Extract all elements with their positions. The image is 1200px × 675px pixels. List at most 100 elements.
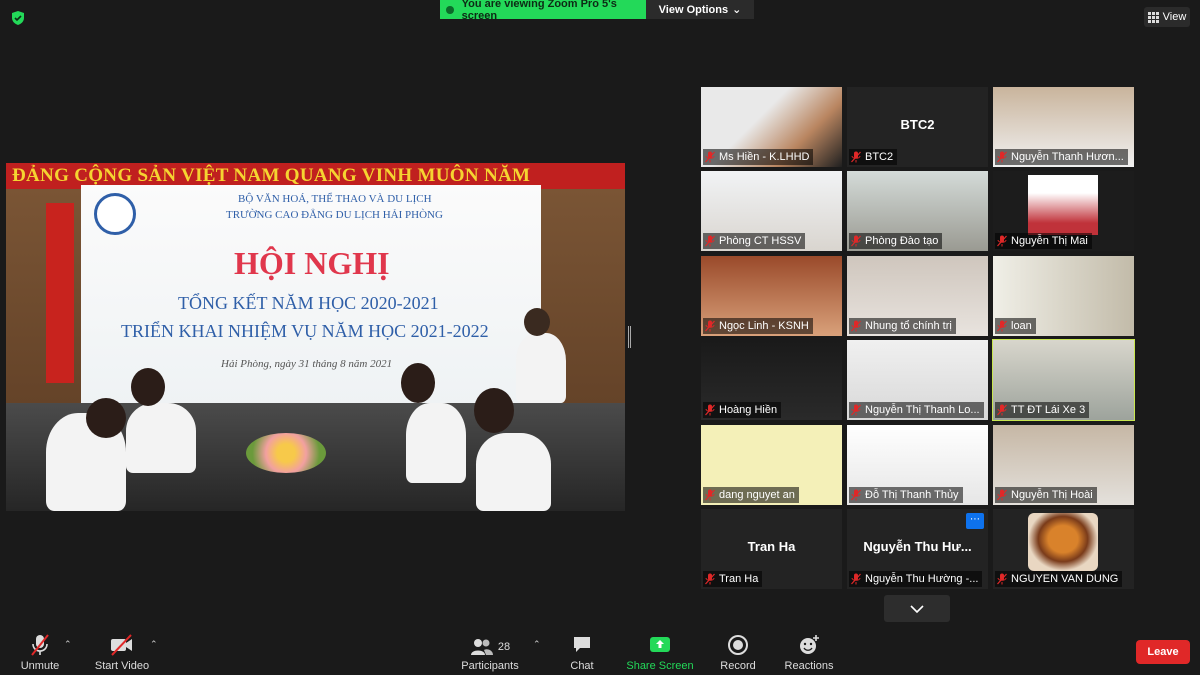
muted-mic-icon <box>851 151 861 163</box>
grid-icon <box>1147 11 1159 23</box>
participant-name-label: Ngọc Linh - KSNH <box>703 318 813 334</box>
muted-mic-icon <box>705 235 715 247</box>
chat-label: Chat <box>570 660 594 672</box>
participant-name: Ngọc Linh - KSNH <box>719 320 809 332</box>
share-screen-icon <box>650 637 670 652</box>
participant-name-label: TT ĐT Lái Xe 3 <box>995 402 1090 418</box>
participant-tile[interactable]: Ms Hiền - K.LHHD <box>701 87 842 167</box>
start-video-label: Start Video <box>94 660 150 672</box>
chevron-down-icon <box>910 604 924 613</box>
slogan-text: ĐẢNG CỘNG SẢN VIỆT NAM QUANG VINH MUÔN N… <box>12 165 531 186</box>
participant-name: Đỗ Thị Thanh Thủy <box>865 489 959 501</box>
participant-tile[interactable]: dang nguyet an <box>701 425 842 505</box>
participant-tile[interactable]: Tran Ha Tran Ha <box>701 509 842 589</box>
view-options-label: View Options <box>658 3 729 16</box>
muted-mic-icon <box>705 404 715 416</box>
attendee <box>406 403 466 483</box>
muted-mic-icon <box>705 489 715 501</box>
speaker <box>516 333 566 403</box>
participant-tile[interactable]: Nguyễn Thanh Hươn... <box>993 87 1134 167</box>
participant-tile[interactable]: Đỗ Thị Thanh Thủy <box>847 425 988 505</box>
security-shield-icon[interactable] <box>10 10 26 26</box>
audio-options-caret-icon[interactable]: ⌃ <box>64 639 72 650</box>
resize-handle[interactable] <box>628 326 631 348</box>
participant-tile[interactable]: Ngọc Linh - KSNH <box>701 256 842 336</box>
speaker-head <box>524 308 550 336</box>
attendee <box>476 433 551 511</box>
participant-name-label: Đỗ Thị Thanh Thủy <box>849 487 963 503</box>
participants-label: Participants <box>461 660 519 672</box>
participant-tile[interactable]: NGUYEN VAN DUNG <box>993 509 1134 589</box>
next-page-button[interactable] <box>884 595 950 622</box>
conference-heading: HỘI NGHỊ <box>234 245 390 281</box>
muted-mic-icon <box>997 573 1007 585</box>
participant-name-label: Phòng CT HSSV <box>703 233 806 249</box>
participant-name-label: Tran Ha <box>703 571 763 587</box>
flower-arrangement <box>246 433 326 473</box>
shared-screen[interactable]: ĐẢNG CỘNG SẢN VIỆT NAM QUANG VINH MUÔN N… <box>6 163 625 511</box>
participant-name-label: Phòng Đào tạo <box>849 233 943 249</box>
reactions-label: Reactions <box>784 660 834 672</box>
school-logo <box>94 193 136 235</box>
profile-photo <box>1028 175 1098 235</box>
participant-name-label: Ms Hiền - K.LHHD <box>703 149 814 165</box>
view-button[interactable]: View <box>1144 7 1190 27</box>
attendee-head <box>474 388 514 433</box>
participant-name: Nguyễn Thanh Hươn... <box>1011 151 1124 163</box>
live-dot-icon <box>446 5 454 14</box>
record-icon <box>728 635 748 655</box>
participant-tile[interactable]: Nguyễn Thị Thanh Lo... <box>847 340 988 420</box>
attendee-head <box>131 368 165 406</box>
participant-tile[interactable]: Phòng CT HSSV <box>701 171 842 251</box>
muted-mic-icon <box>851 404 861 416</box>
participant-name: dang nguyet an <box>719 489 795 501</box>
participant-name-label: BTC2 <box>849 149 898 165</box>
chat-button[interactable]: Chat <box>566 633 598 672</box>
participant-name-label: dang nguyet an <box>703 487 799 503</box>
smiley-plus-icon <box>800 635 819 654</box>
participant-tile[interactable]: Nguyễn Thu Hư... ⋯ Nguyễn Thu Hường -... <box>847 509 988 589</box>
muted-mic-icon <box>997 235 1007 247</box>
participant-tile[interactable]: Nhung tổ chính trị <box>847 256 988 336</box>
muted-mic-icon <box>705 573 715 585</box>
unmute-button[interactable]: Unmute <box>18 633 62 672</box>
participant-name: Phòng CT HSSV <box>719 235 802 247</box>
participant-name: Nguyễn Thị Hoài <box>1011 489 1093 501</box>
chevron-down-icon: ⌄ <box>732 4 742 16</box>
participant-name-label: Nguyễn Thị Hoài <box>995 487 1097 503</box>
participants-button[interactable]: 28 Participants <box>460 633 520 672</box>
view-options-button[interactable]: View Options ⌄ <box>646 0 754 19</box>
participant-tile[interactable]: Phòng Đào tạo <box>847 171 988 251</box>
participant-tile[interactable]: loan <box>993 256 1134 336</box>
more-options-icon[interactable]: ⋯ <box>966 513 984 529</box>
muted-mic-icon <box>851 235 861 247</box>
participant-name-label: Nguyễn Thanh Hươn... <box>995 149 1128 165</box>
viewing-banner: You are viewing Zoom Pro 5's screen <box>440 0 646 22</box>
share-screen-button[interactable]: Share Screen <box>626 633 694 672</box>
participant-tile[interactable]: Nguyễn Thị Hoài <box>993 425 1134 505</box>
participants-options-caret-icon[interactable]: ⌃ <box>533 639 541 650</box>
start-video-button[interactable]: Start Video <box>94 633 150 672</box>
red-flag <box>46 203 74 383</box>
participant-name-label: Nguyễn Thị Mai <box>995 233 1092 249</box>
muted-mic-icon <box>851 573 861 585</box>
chat-bubble-icon <box>574 637 590 652</box>
muted-mic-icon <box>997 320 1007 332</box>
participant-tile[interactable]: Hoàng Hiền <box>701 340 842 420</box>
attendee-head <box>401 363 435 403</box>
participant-name-label: Nguyễn Thu Hường -... <box>849 571 983 587</box>
record-button[interactable]: Record <box>718 633 758 672</box>
participant-tile[interactable]: TT ĐT Lái Xe 3 <box>992 339 1135 421</box>
leave-button[interactable]: Leave <box>1136 640 1190 664</box>
muted-mic-icon <box>705 320 715 332</box>
participant-display-name: BTC2 <box>900 117 935 132</box>
participant-name-label: Nhung tổ chính trị <box>849 318 956 334</box>
participant-name: Nhung tổ chính trị <box>865 320 952 332</box>
participant-tile[interactable]: BTC2 BTC2 <box>847 87 988 167</box>
video-camera-off-icon <box>111 634 132 656</box>
share-screen-label: Share Screen <box>626 660 694 672</box>
reactions-button[interactable]: Reactions <box>784 633 834 672</box>
participant-name: Ms Hiền - K.LHHD <box>719 151 810 163</box>
participant-tile[interactable]: Nguyễn Thị Mai <box>993 171 1134 251</box>
video-options-caret-icon[interactable]: ⌃ <box>150 639 158 650</box>
